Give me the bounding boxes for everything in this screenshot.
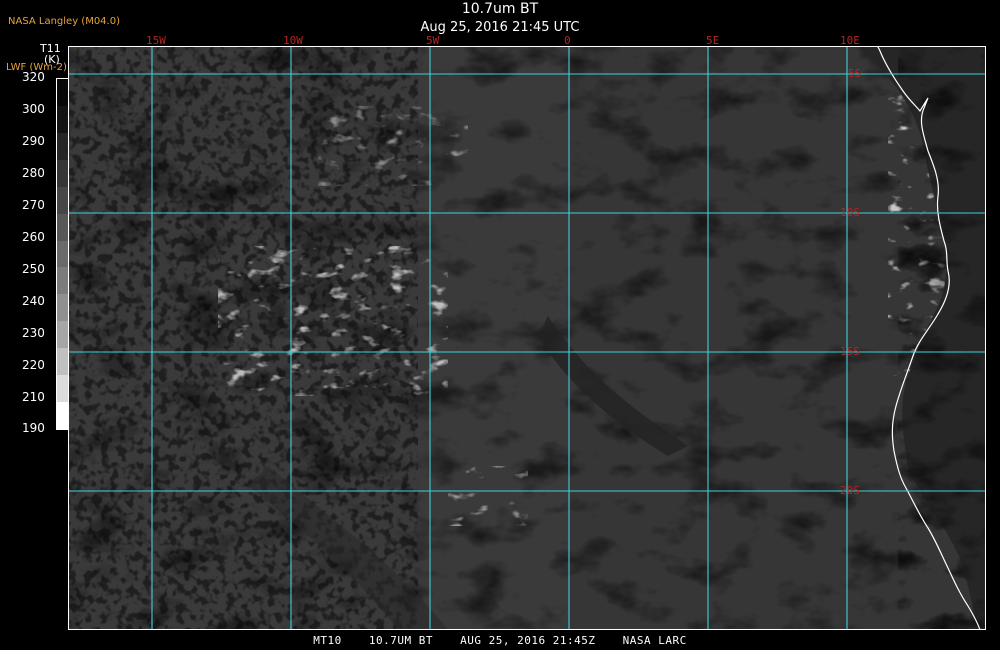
colorbar-tick-label: 250 <box>22 262 45 276</box>
colorbar-tick-label: 190 <box>22 421 45 435</box>
land-texture <box>898 46 986 630</box>
longitude-label: 5E <box>706 34 720 47</box>
latitude-label: 5S <box>848 67 862 80</box>
footer-source: NASA LARC <box>622 634 687 647</box>
longitude-label: 5W <box>426 34 440 47</box>
longitude-label: 0 <box>564 34 571 47</box>
colorbar-tick-label: 240 <box>22 294 45 308</box>
latitude-label: 15S <box>840 345 860 358</box>
colorbar-tick-label: 260 <box>22 230 45 244</box>
image-timestamp: Aug 25, 2016 21:45 UTC <box>420 20 580 35</box>
longitude-label: 10W <box>283 34 303 47</box>
cloud-texture-bright <box>218 246 448 396</box>
longitude-label: 10E <box>840 34 860 47</box>
footer-channel: 10.7UM BT <box>368 634 434 647</box>
colorbar-tick-label: 300 <box>22 102 45 116</box>
image-footer: MT10 10.7UM BT AUG 25, 2016 21:45Z NASA … <box>0 634 1000 647</box>
colorbar-tick-label: 290 <box>22 134 45 148</box>
colorbar-tick-label: 280 <box>22 166 45 180</box>
latitude-label: 10S <box>840 206 860 219</box>
satellite-map[interactable] <box>68 46 986 630</box>
latitude-label: 20S <box>840 484 860 497</box>
longitude-label: 15W <box>146 34 166 47</box>
colorbar-tick-label: 220 <box>22 358 45 372</box>
colorbar-tick-label: 270 <box>22 198 45 212</box>
cloud-texture-bright <box>318 106 468 186</box>
cloud-texture-bright <box>448 466 528 526</box>
footer-satellite: MT10 <box>313 634 342 647</box>
colorbar-tick-label: 210 <box>22 390 45 404</box>
footer-datetime: AUG 25, 2016 21:45Z <box>460 634 596 647</box>
colorbar-tick-label: 320 <box>22 70 45 84</box>
colorbar-tick-label: 230 <box>22 326 45 340</box>
image-title: 10.7um BT <box>461 1 539 17</box>
